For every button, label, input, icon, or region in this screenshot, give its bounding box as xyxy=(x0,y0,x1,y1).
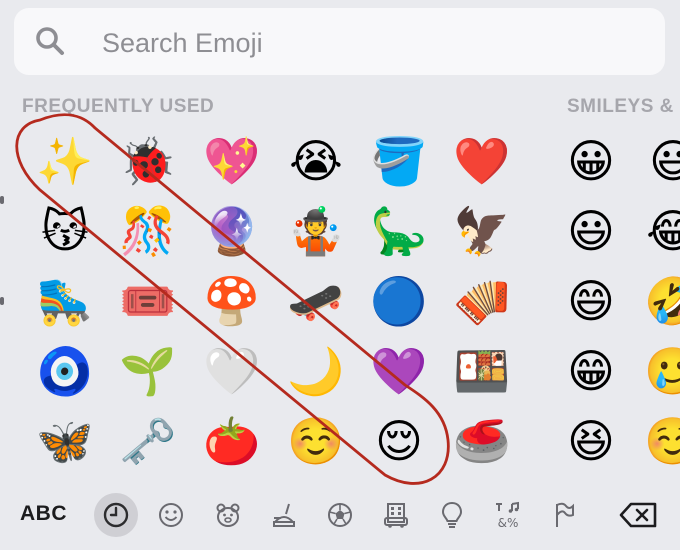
smiley-emoji-key[interactable]: ☺️ xyxy=(640,408,680,474)
emoji-key[interactable]: 🍄 xyxy=(199,268,265,334)
emoji-key[interactable]: 🍅 xyxy=(199,408,265,474)
smiley-emoji-key[interactable]: 😂 xyxy=(640,198,680,264)
emoji-key[interactable]: 🦋 xyxy=(32,408,98,474)
emoji-key[interactable]: ❤️ xyxy=(449,128,515,194)
emoji-key[interactable]: 🤹 xyxy=(283,198,349,264)
emoji-key[interactable]: 🗝️ xyxy=(115,408,181,474)
emoji-key[interactable]: 🪗 xyxy=(449,268,515,334)
emoji-key[interactable]: 😌 xyxy=(366,408,432,474)
smiley-emoji-key[interactable]: 🤣 xyxy=(640,268,680,334)
emoji-key[interactable]: 🎊 xyxy=(115,198,181,264)
recent-clock-icon[interactable] xyxy=(94,493,138,537)
emoji-key[interactable]: 🌱 xyxy=(115,338,181,404)
emoji-key[interactable]: 🥌 xyxy=(449,408,515,474)
food-icon[interactable] xyxy=(262,493,306,537)
emoji-key[interactable]: 🧿 xyxy=(32,338,98,404)
emoji-key[interactable]: 🛼 xyxy=(32,268,98,334)
emoji-key[interactable]: 🦕 xyxy=(366,198,432,264)
edge-mark xyxy=(0,297,4,305)
emoji-key[interactable]: 💖 xyxy=(199,128,265,194)
symbols-text: &% xyxy=(498,516,519,530)
travel-icon[interactable] xyxy=(374,493,418,537)
sports-ball-icon[interactable] xyxy=(318,493,362,537)
emoji-key[interactable]: ☺️ xyxy=(283,408,349,474)
emoji-key[interactable]: 😭 xyxy=(283,128,349,194)
emoji-key[interactable]: 💜 xyxy=(366,338,432,404)
smiley-icon[interactable] xyxy=(149,493,193,537)
delete-icon[interactable] xyxy=(612,493,666,537)
emoji-key[interactable]: 🎟️ xyxy=(115,268,181,334)
emoji-key[interactable]: 😽 xyxy=(32,198,98,264)
emoji-key[interactable]: 🔵 xyxy=(366,268,432,334)
emoji-search-field[interactable]: Search Emoji xyxy=(14,8,665,75)
emoji-key[interactable]: 🤍 xyxy=(199,338,265,404)
emoji-key[interactable]: 🦅 xyxy=(449,198,515,264)
section-title-frequently-used: FREQUENTLY USED xyxy=(22,96,215,117)
smiley-emoji-key[interactable]: 😄 xyxy=(558,268,624,334)
abc-keyboard-button[interactable]: ABC xyxy=(20,502,67,526)
section-title-smileys: SMILEYS & xyxy=(567,96,674,117)
animal-icon[interactable] xyxy=(206,493,250,537)
search-placeholder: Search Emoji xyxy=(102,28,263,58)
smiley-emoji-key[interactable]: 😀 xyxy=(558,128,624,194)
edge-mark xyxy=(0,196,4,204)
emoji-key[interactable]: 🔮 xyxy=(199,198,265,264)
emoji-key[interactable]: 🐞 xyxy=(115,128,181,194)
emoji-key[interactable]: 🍱 xyxy=(449,338,515,404)
smiley-emoji-key[interactable]: 🥲 xyxy=(640,338,680,404)
emoji-key[interactable]: ✨ xyxy=(32,128,98,194)
symbols-icon[interactable]: &% xyxy=(486,493,530,537)
emoji-key[interactable]: 🛹 xyxy=(283,268,349,334)
smiley-emoji-key[interactable]: 😃 xyxy=(640,128,680,194)
emoji-category-bar: ABC &% xyxy=(0,486,680,544)
emoji-key[interactable]: 🌙 xyxy=(283,338,349,404)
smiley-emoji-key[interactable]: 😆 xyxy=(558,408,624,474)
lightbulb-icon[interactable] xyxy=(430,493,474,537)
search-icon xyxy=(36,27,64,55)
smiley-emoji-key[interactable]: 😁 xyxy=(558,338,624,404)
emoji-key[interactable]: 🪣 xyxy=(366,128,432,194)
smiley-emoji-key[interactable]: 😃 xyxy=(558,198,624,264)
flag-icon[interactable] xyxy=(542,493,586,537)
